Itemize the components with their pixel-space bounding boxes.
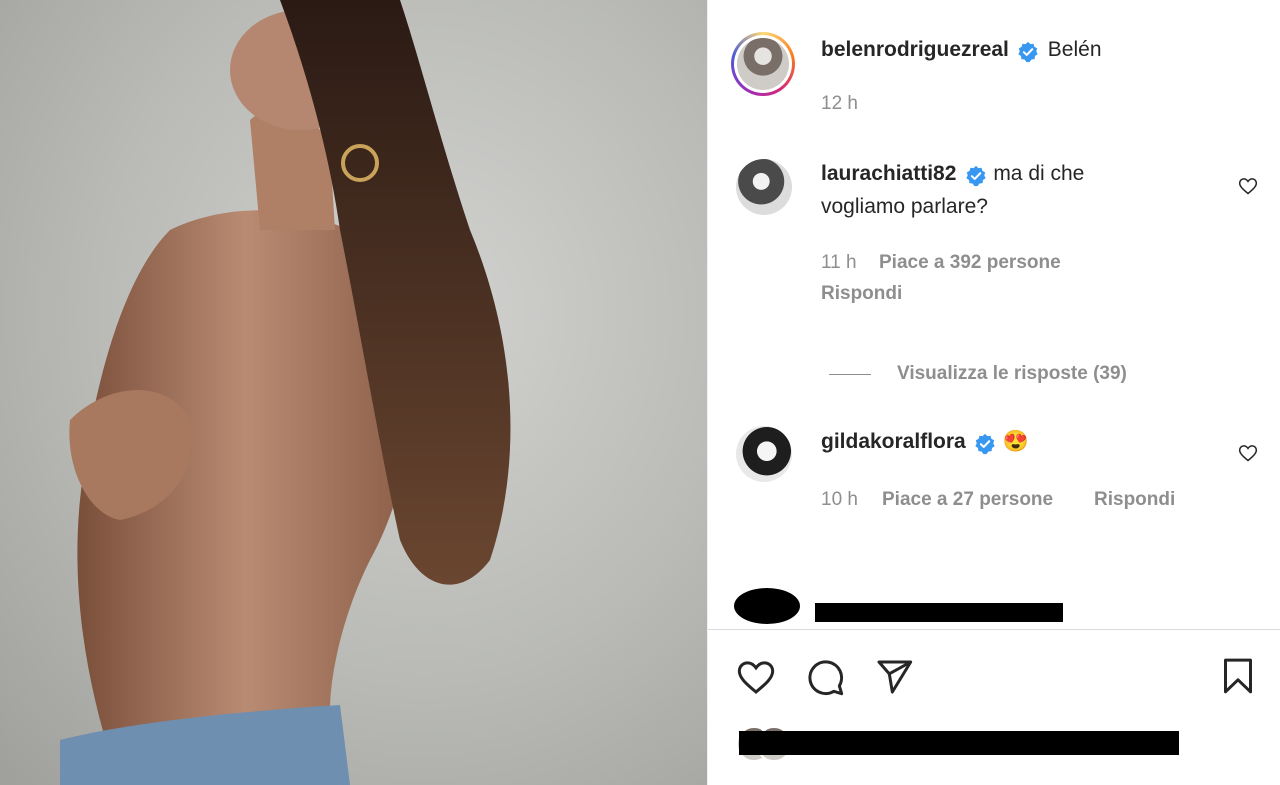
post-photo[interactable] bbox=[0, 0, 707, 785]
heart-icon[interactable] bbox=[736, 657, 776, 697]
comment-emoji: 😍 bbox=[1002, 430, 1029, 453]
author-caption-row: belenrodriguezreal Belén bbox=[821, 38, 1102, 63]
post-caption: Belén bbox=[1047, 38, 1102, 61]
comment-text: ma di che bbox=[993, 162, 1085, 185]
comment-avatar[interactable] bbox=[736, 426, 792, 482]
actions-divider bbox=[708, 629, 1280, 630]
author-avatar-ring[interactable] bbox=[731, 32, 795, 96]
comment-time[interactable]: 10 h bbox=[821, 489, 858, 511]
author-avatar[interactable] bbox=[737, 38, 789, 90]
verified-badge-icon bbox=[1018, 41, 1038, 62]
comment-avatar[interactable] bbox=[736, 159, 792, 215]
send-icon[interactable] bbox=[874, 657, 914, 697]
redacted-avatar bbox=[734, 588, 800, 624]
comment-like-heart-icon[interactable] bbox=[1238, 176, 1258, 196]
comment-time[interactable]: 11 h bbox=[821, 252, 857, 274]
comment-text-continued: vogliamo parlare? bbox=[821, 195, 988, 218]
comment-likes[interactable]: Piace a 392 persone bbox=[879, 252, 1061, 274]
comment-username[interactable]: laurachiatti82 bbox=[821, 162, 956, 185]
verified-badge-icon bbox=[975, 433, 995, 454]
comment-reply-button[interactable]: Rispondi bbox=[1094, 489, 1175, 511]
redacted-liked-by bbox=[739, 731, 1179, 755]
verified-badge-icon bbox=[966, 165, 986, 186]
comment-username[interactable]: gildakoralflora bbox=[821, 430, 966, 453]
comment-2-line1: gildakoralflora 😍 bbox=[821, 430, 1029, 455]
bookmark-icon[interactable] bbox=[1218, 656, 1258, 696]
author-username[interactable]: belenrodriguezreal bbox=[821, 38, 1009, 61]
comment-like-heart-icon[interactable] bbox=[1238, 443, 1258, 463]
post-side-panel: belenrodriguezreal Belén 12 h laurachiat… bbox=[707, 0, 1280, 785]
post-time[interactable]: 12 h bbox=[821, 93, 858, 115]
replies-divider-line bbox=[829, 374, 871, 375]
comment-likes[interactable]: Piace a 27 persone bbox=[882, 489, 1053, 511]
comment-1-line1: laurachiatti82 ma di che bbox=[821, 162, 1084, 187]
view-replies-button[interactable]: Visualizza le risposte (39) bbox=[897, 363, 1127, 385]
comment-icon[interactable] bbox=[805, 657, 845, 697]
redacted-username bbox=[815, 603, 1063, 622]
comment-reply-button[interactable]: Rispondi bbox=[821, 283, 902, 305]
